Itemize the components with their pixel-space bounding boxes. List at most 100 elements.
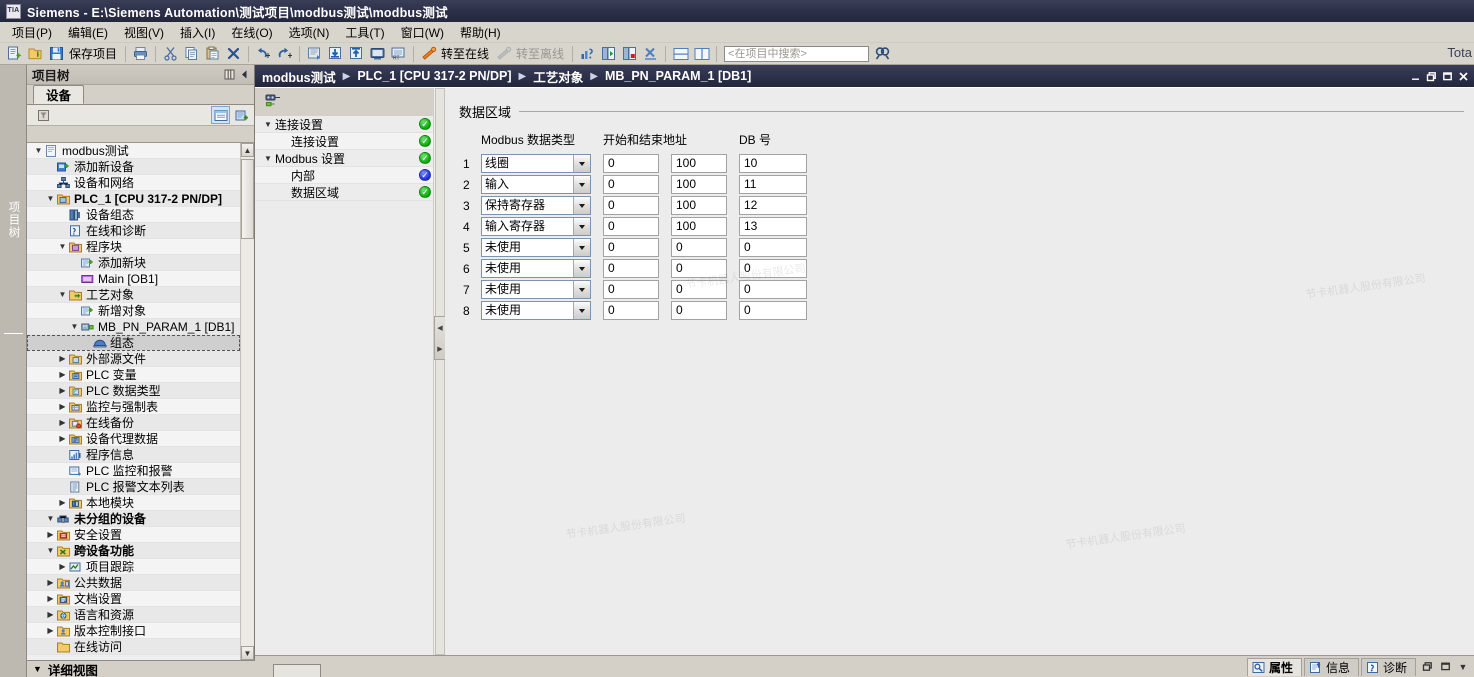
print-icon[interactable] bbox=[131, 44, 150, 63]
datatype-select[interactable]: 保持寄存器 bbox=[481, 196, 591, 215]
editor-nav-item-4[interactable]: 数据区域 ✓ bbox=[255, 184, 433, 201]
tree-item-2[interactable]: 设备和网络 bbox=[27, 175, 240, 191]
redo-icon[interactable] bbox=[275, 44, 294, 63]
chevron-down-icon[interactable]: ▼ bbox=[57, 287, 68, 303]
stop-cpu-icon[interactable] bbox=[620, 44, 639, 63]
start-address-input[interactable]: 0 bbox=[603, 238, 659, 257]
menu-item-insert[interactable]: 插入(I) bbox=[172, 22, 223, 43]
table-row[interactable]: 6 未使用 0 0 0 bbox=[459, 258, 807, 279]
tree-item-12[interactable]: 组态 bbox=[27, 335, 240, 351]
end-address-input[interactable]: 0 bbox=[671, 301, 727, 320]
tab-diagnostics[interactable]: 诊断 bbox=[1360, 657, 1416, 676]
tree-item-20[interactable]: PLC 监控和报警 bbox=[27, 463, 240, 479]
chevron-down-icon[interactable]: ▼ bbox=[33, 143, 44, 159]
cross-reference-icon[interactable] bbox=[641, 44, 660, 63]
chevron-right-icon[interactable]: ▶ bbox=[57, 383, 68, 399]
breadcrumb-item-tech-objects[interactable]: 工艺对象 bbox=[533, 67, 583, 86]
start-address-input[interactable]: 0 bbox=[603, 217, 659, 236]
tree-item-17[interactable]: ▶ 在线备份 bbox=[27, 415, 240, 431]
search-input[interactable]: <在项目中搜索> bbox=[724, 45, 870, 62]
chevron-down-icon[interactable] bbox=[573, 302, 590, 319]
table-row[interactable]: 1 线圈 0 100 10 bbox=[459, 153, 807, 174]
tree-item-13[interactable]: ▶ 外部源文件 bbox=[27, 351, 240, 367]
add-device-icon[interactable] bbox=[232, 106, 251, 124]
start-simulation-icon[interactable] bbox=[368, 44, 387, 63]
minimize-small-icon[interactable] bbox=[1438, 660, 1452, 674]
datatype-select[interactable]: 未使用 bbox=[481, 301, 591, 320]
tree-item-0[interactable]: ▼ modbus测试 bbox=[27, 143, 240, 159]
tree-item-23[interactable]: ▼ 未分组的设备 bbox=[27, 511, 240, 527]
detail-view-icon[interactable] bbox=[211, 106, 230, 124]
chevron-right-icon[interactable]: ▶ bbox=[57, 367, 68, 383]
vertical-tab-project-tree[interactable]: 项目树 bbox=[0, 160, 27, 280]
db-number-input[interactable]: 12 bbox=[739, 196, 807, 215]
menu-item-help[interactable]: 帮助(H) bbox=[452, 22, 509, 43]
breadcrumb-item-project[interactable]: modbus测试 bbox=[262, 67, 336, 86]
datatype-select[interactable]: 线圈 bbox=[481, 154, 591, 173]
tree-item-29[interactable]: ▶ 语言和资源 bbox=[27, 607, 240, 623]
start-address-input[interactable]: 0 bbox=[603, 175, 659, 194]
filter-icon[interactable] bbox=[34, 106, 53, 124]
scroll-up-icon[interactable]: ▲ bbox=[241, 143, 254, 157]
chevron-down-icon[interactable] bbox=[573, 155, 590, 172]
chevron-right-icon[interactable]: ▶ bbox=[57, 351, 68, 367]
maximize-icon[interactable] bbox=[1441, 69, 1454, 83]
tree-item-14[interactable]: ▶ PLC 变量 bbox=[27, 367, 240, 383]
tree-item-7[interactable]: 添加新块 bbox=[27, 255, 240, 271]
download-to-device-icon[interactable] bbox=[326, 44, 345, 63]
tree-item-4[interactable]: 设备组态 bbox=[27, 207, 240, 223]
chevron-down-icon[interactable]: ▼ bbox=[1456, 660, 1470, 674]
chevron-right-icon[interactable]: ▶ bbox=[57, 495, 68, 511]
end-address-input[interactable]: 0 bbox=[671, 238, 727, 257]
collapse-left-icon[interactable] bbox=[238, 68, 251, 81]
chevron-right-icon[interactable]: ▶ bbox=[45, 527, 56, 543]
breadcrumb-item-db[interactable]: MB_PN_PARAM_1 [DB1] bbox=[605, 69, 751, 83]
chevron-down-icon[interactable] bbox=[573, 197, 590, 214]
tree-item-30[interactable]: ▶ 版本控制接口 bbox=[27, 623, 240, 639]
chevron-right-icon[interactable]: ▶ bbox=[57, 415, 68, 431]
tree-item-24[interactable]: ▶ 安全设置 bbox=[27, 527, 240, 543]
tree-item-22[interactable]: ▶ 本地模块 bbox=[27, 495, 240, 511]
end-address-input[interactable]: 100 bbox=[671, 154, 727, 173]
tree-item-16[interactable]: ▶ 监控与强制表 bbox=[27, 399, 240, 415]
table-row[interactable]: 3 保持寄存器 0 100 12 bbox=[459, 195, 807, 216]
chevron-down-icon[interactable]: ▼ bbox=[261, 120, 275, 129]
datatype-select[interactable]: 未使用 bbox=[481, 259, 591, 278]
db-number-input[interactable]: 0 bbox=[739, 301, 807, 320]
tree-item-19[interactable]: 程序信息 bbox=[27, 447, 240, 463]
open-project-icon[interactable] bbox=[26, 44, 45, 63]
restore-small-icon[interactable] bbox=[1420, 660, 1434, 674]
minimize-icon[interactable] bbox=[1409, 69, 1422, 83]
table-row[interactable]: 2 输入 0 100 11 bbox=[459, 174, 807, 195]
tab-properties[interactable]: 属性 bbox=[1246, 657, 1302, 676]
end-address-input[interactable]: 100 bbox=[671, 196, 727, 215]
scroll-down-icon[interactable]: ▼ bbox=[241, 646, 254, 660]
chevron-down-icon[interactable] bbox=[573, 260, 590, 277]
scrollbar-thumb[interactable] bbox=[241, 159, 254, 239]
editor-nav-item-0[interactable]: ▼ 连接设置 ✓ bbox=[255, 116, 433, 133]
start-address-input[interactable]: 0 bbox=[603, 259, 659, 278]
new-project-icon[interactable] bbox=[5, 44, 24, 63]
menu-item-options[interactable]: 选项(N) bbox=[281, 22, 338, 43]
chevron-down-icon[interactable]: ▼ bbox=[261, 154, 275, 163]
tree-item-9[interactable]: ▼ 工艺对象 bbox=[27, 287, 240, 303]
detail-view-toggle[interactable] bbox=[273, 664, 321, 677]
chevron-down-icon[interactable] bbox=[573, 281, 590, 298]
split-editor-vertical-icon[interactable] bbox=[692, 44, 711, 63]
db-number-input[interactable]: 0 bbox=[739, 280, 807, 299]
db-number-input[interactable]: 11 bbox=[739, 175, 807, 194]
chevron-right-icon[interactable]: ▶ bbox=[45, 575, 56, 591]
tree-item-28[interactable]: ▶ 文档设置 bbox=[27, 591, 240, 607]
go-online-label[interactable]: 转至在线 bbox=[439, 45, 493, 62]
menu-item-project[interactable]: 项目(P) bbox=[4, 22, 60, 43]
end-address-input[interactable]: 0 bbox=[671, 280, 727, 299]
start-address-input[interactable]: 0 bbox=[603, 301, 659, 320]
start-address-input[interactable]: 0 bbox=[603, 280, 659, 299]
detail-view-panel[interactable]: ▼ 详细视图 bbox=[27, 660, 255, 677]
chevron-right-icon[interactable]: ▶ bbox=[45, 623, 56, 639]
tree-item-5[interactable]: 在线和诊断 bbox=[27, 223, 240, 239]
restore-icon[interactable] bbox=[1425, 69, 1438, 83]
chevron-down-icon[interactable]: ▼ bbox=[45, 191, 56, 207]
chevron-right-icon[interactable]: ▶ bbox=[57, 431, 68, 447]
close-icon[interactable] bbox=[1457, 69, 1470, 83]
